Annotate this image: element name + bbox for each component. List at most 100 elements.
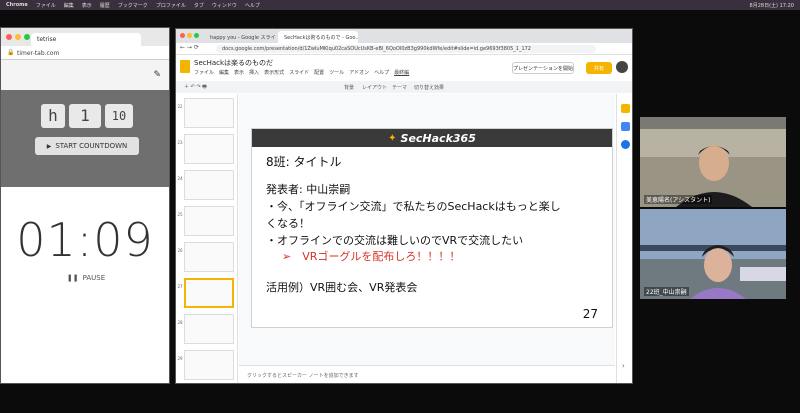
menu-item[interactable]: アドオン	[349, 69, 369, 76]
menu-item[interactable]: スライド	[289, 69, 309, 76]
slide-canvas: ✦ SecHack365 8班: タイトル 発表者: 中山崇嗣 ・今、「オフライ…	[239, 94, 615, 365]
timer-tab[interactable]: tetrise	[31, 33, 141, 46]
nav-arrows-icon[interactable]: ← → ⟳	[180, 44, 199, 51]
menubar-item[interactable]: 編集	[64, 2, 74, 9]
minutes-field[interactable]: 1	[69, 104, 101, 128]
present-button[interactable]: プレゼンテーションを開始	[512, 62, 574, 74]
timer-tab-title: tetrise	[37, 36, 57, 43]
participant-video-1[interactable]: 美恵陽名(アシスタント)	[640, 117, 786, 207]
slides-address-bar: ← → ⟳ docs.google.com/presentation/d/1Zw…	[176, 43, 632, 55]
thumb-number: 22	[177, 104, 183, 109]
slide-line-highlight[interactable]: ➢ VRゴーグルを配布しろ！！！！	[282, 248, 460, 264]
menu-item[interactable]: 表示形式	[264, 69, 284, 76]
play-icon: ▶	[46, 142, 52, 150]
menu-item[interactable]: ファイル	[194, 69, 214, 76]
toolbar-layout[interactable]: レイアウト	[362, 84, 387, 91]
slide-thumbnail[interactable]	[184, 134, 234, 164]
share-button[interactable]: 共有	[586, 62, 612, 74]
menubar-item[interactable]: 履歴	[100, 2, 110, 9]
slide-line[interactable]: ・今、「オフライン交流」で私たちのSecHackはもっと楽し	[266, 198, 561, 214]
menu-item[interactable]: 挿入	[249, 69, 259, 76]
keep-icon[interactable]	[621, 104, 630, 113]
current-slide[interactable]: ✦ SecHack365 8班: タイトル 発表者: 中山崇嗣 ・今、「オフライ…	[251, 128, 613, 328]
menubar-item[interactable]: プロファイル	[156, 2, 186, 9]
hours-field[interactable]: h	[41, 104, 65, 128]
participant-video-2[interactable]: 22班_中山崇嗣	[640, 209, 786, 299]
menubar-clock: 8月28日(土) 17:20	[749, 2, 794, 9]
menu-item[interactable]: ツール	[329, 69, 344, 76]
menu-item[interactable]: 最終編	[394, 69, 409, 76]
start-countdown-button[interactable]: ▶ START COUNTDOWN	[35, 137, 139, 155]
timer-address-bar[interactable]: 🔒 timer-tab.com	[1, 46, 169, 60]
slides-logo-icon[interactable]	[180, 60, 190, 73]
slide-filmstrip: 22 23 24 25 26 27 28 29	[176, 94, 238, 383]
menubar-item[interactable]: ウィンドウ	[212, 2, 237, 9]
tab-sechack[interactable]: SecHackは術るのもので - Goo...	[278, 31, 358, 43]
slide-header-bar: ✦ SecHack365	[252, 129, 612, 147]
slides-url[interactable]: docs.google.com/presentation/d/1ZwIuMKlq…	[216, 45, 596, 53]
toolbar-theme[interactable]: テーマ	[392, 84, 407, 91]
menubar-item[interactable]: ヘルプ	[245, 2, 260, 9]
thumb-number: 24	[177, 176, 183, 181]
slide-title[interactable]: 8班: タイトル	[266, 153, 342, 170]
undo-redo-icon[interactable]: ＋ ↶ ↷ 🖶	[184, 83, 207, 92]
slides-browser-window: happy you - Google スライド SecHackは術るのもので -…	[175, 28, 633, 384]
maximize-window-icon[interactable]	[24, 34, 30, 40]
timer-toolbar: ✎	[1, 60, 169, 90]
menu-item[interactable]: ヘルプ	[374, 69, 389, 76]
slide-thumbnail[interactable]	[184, 170, 234, 200]
pause-label: PAUSE	[82, 274, 106, 282]
slide-thumbnail[interactable]	[184, 314, 234, 344]
toolbar-background[interactable]: 背景	[344, 84, 354, 91]
edit-icon[interactable]: ✎	[153, 70, 161, 80]
account-avatar[interactable]	[616, 61, 628, 73]
menubar-item[interactable]: ブックマーク	[118, 2, 148, 9]
tab-happy-you[interactable]: happy you - Google スライド	[204, 31, 276, 43]
expand-icon[interactable]: ›	[622, 362, 625, 370]
participant-2-image	[640, 209, 786, 299]
pause-icon: ❚❚	[66, 274, 79, 282]
docs-header: SecHackは楽るのものだ ファイル 編集 表示 挿入 表示形式 スライド 配…	[176, 55, 632, 81]
menu-item[interactable]: 編集	[219, 69, 229, 76]
menubar-app[interactable]: Chrome	[6, 2, 28, 8]
docs-menu-bar: ファイル 編集 表示 挿入 表示形式 スライド 配置 ツール アドオン ヘルプ …	[194, 69, 409, 76]
thumb-number: 28	[177, 320, 183, 325]
menu-item[interactable]: 配置	[314, 69, 324, 76]
slide-line[interactable]: 活用例）VR囲む会、VR発表会	[266, 279, 417, 295]
toolbar-transition[interactable]: 切り替え効果	[414, 84, 444, 91]
thumb-number: 29	[177, 356, 183, 361]
slide-thumbnail[interactable]	[184, 206, 234, 236]
menubar-item[interactable]: タブ	[194, 2, 204, 9]
menubar-item[interactable]: ファイル	[36, 2, 56, 9]
side-panel: ›	[616, 94, 632, 383]
pause-button[interactable]: ❚❚ PAUSE	[59, 271, 113, 285]
slide-thumbnail[interactable]	[184, 350, 234, 380]
seconds-field[interactable]: 10	[105, 104, 133, 128]
tasks-icon[interactable]	[621, 122, 630, 131]
menu-item[interactable]: 表示	[234, 69, 244, 76]
slide-thumbnail-selected[interactable]	[184, 278, 234, 308]
slide-thumbnail[interactable]	[184, 242, 234, 272]
present-label: プレゼンテーションを開始	[513, 65, 573, 72]
timer-tabbar: tetrise	[1, 28, 169, 46]
slide-line[interactable]: くなる！	[266, 215, 310, 231]
slide-thumbnail[interactable]	[184, 98, 234, 128]
slide-line[interactable]: ・オフラインでの交流は難しいのでVRで交流したい	[266, 232, 523, 248]
contacts-icon[interactable]	[621, 140, 630, 149]
close-window-icon[interactable]	[6, 34, 12, 40]
close-window-icon[interactable]	[180, 33, 185, 38]
thumb-number: 26	[177, 248, 183, 253]
mac-menubar: Chrome ファイル 編集 表示 履歴 ブックマーク プロファイル タブ ウィ…	[0, 0, 800, 10]
minimize-window-icon[interactable]	[15, 34, 21, 40]
countdown-display: 01:09	[16, 213, 154, 267]
thumb-number: 23	[177, 140, 183, 145]
slide-line[interactable]: 発表者: 中山崇嗣	[266, 181, 350, 197]
menubar-item[interactable]: 表示	[82, 2, 92, 9]
maximize-window-icon[interactable]	[194, 33, 199, 38]
sechack-logo-icon: ✦	[388, 132, 397, 144]
minimize-window-icon[interactable]	[187, 33, 192, 38]
editing-toolbar: ＋ ↶ ↷ 🖶 背景 レイアウト テーマ 切り替え効果	[176, 81, 632, 93]
doc-title[interactable]: SecHackは楽るのものだ	[194, 58, 273, 68]
thumb-number: 27	[177, 284, 183, 289]
speaker-notes[interactable]: クリックするとスピーカー ノートを追加できます	[239, 365, 615, 383]
